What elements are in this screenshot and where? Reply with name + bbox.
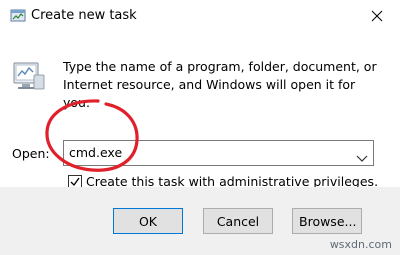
watermark: wsxdn.com [329, 238, 392, 251]
dialog-description: Type the name of a program, folder, docu… [63, 59, 377, 110]
chevron-down-icon[interactable] [356, 148, 368, 162]
run-dialog-icon [12, 60, 46, 92]
checkmark-icon [70, 177, 80, 187]
window-title: Create new task [31, 8, 137, 23]
task-manager-icon [10, 8, 26, 24]
create-new-task-window: Create new task Type the name of a progr… [0, 0, 400, 255]
dialog-body: Type the name of a program, folder, docu… [0, 34, 400, 189]
open-input-value[interactable]: cmd.exe [69, 145, 122, 161]
cancel-button[interactable]: Cancel [203, 208, 273, 234]
open-combobox[interactable]: cmd.exe [63, 140, 374, 166]
close-button[interactable] [354, 0, 400, 32]
close-icon [371, 10, 383, 22]
title-bar: Create new task [0, 0, 400, 34]
open-label: Open: [12, 146, 50, 161]
browse-button[interactable]: Browse... [292, 208, 362, 234]
ok-button[interactable]: OK [113, 208, 183, 234]
